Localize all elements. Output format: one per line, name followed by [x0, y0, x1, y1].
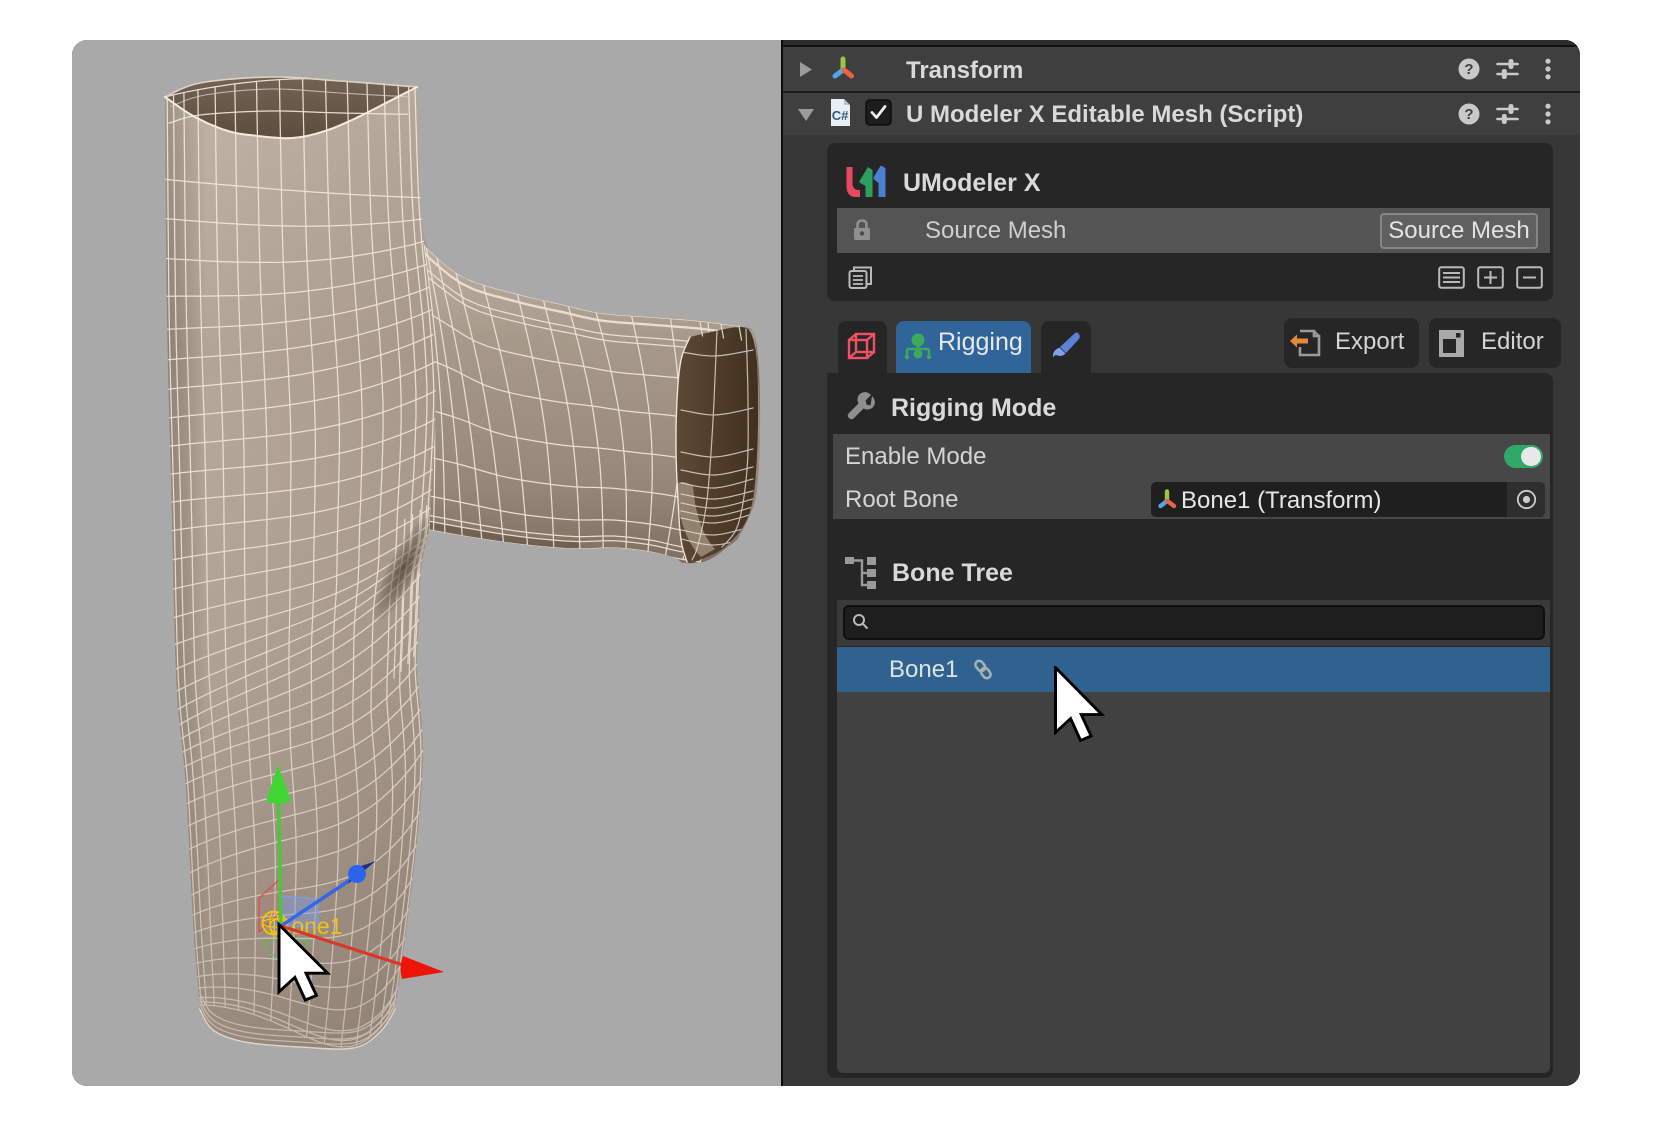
- svg-text:?: ?: [1464, 61, 1473, 78]
- svg-text:?: ?: [1464, 106, 1473, 123]
- svg-text:C#: C#: [832, 108, 849, 123]
